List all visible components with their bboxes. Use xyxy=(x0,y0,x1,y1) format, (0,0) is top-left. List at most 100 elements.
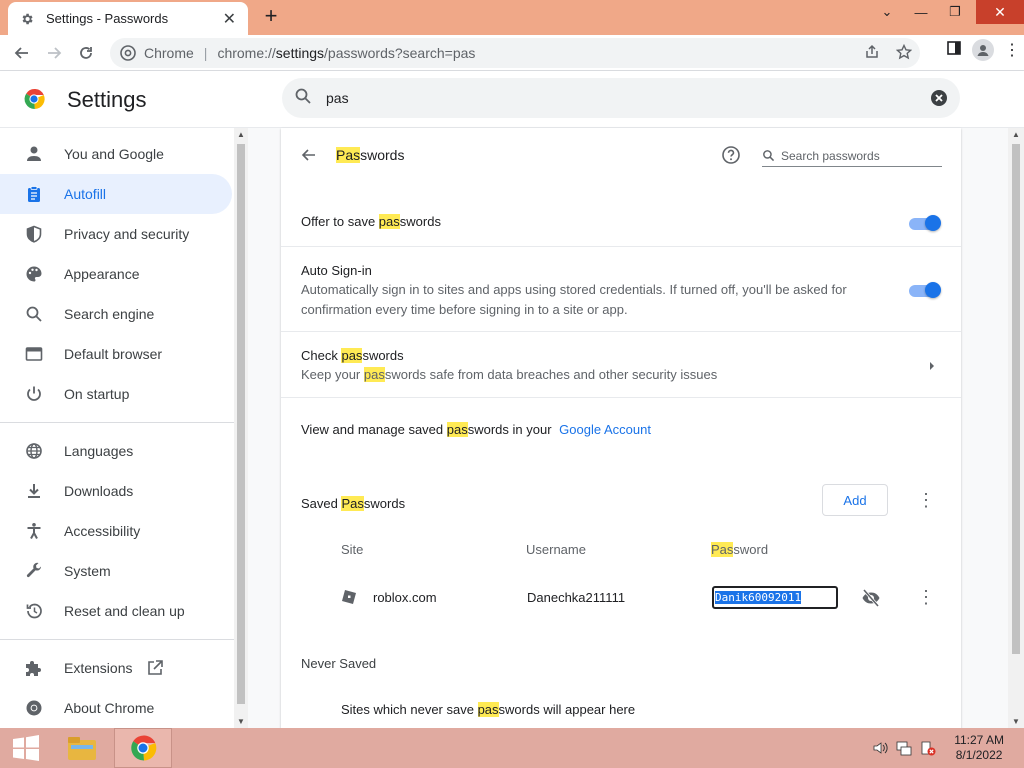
close-window-button[interactable]: ✕ xyxy=(976,0,1024,24)
volume-icon[interactable] xyxy=(872,740,888,761)
google-account-link[interactable]: Google Account xyxy=(559,422,651,437)
divider xyxy=(281,331,961,332)
back-arrow-icon[interactable] xyxy=(301,147,317,166)
divider xyxy=(0,639,234,640)
search-icon xyxy=(24,305,44,323)
sidebar-item-appearance[interactable]: Appearance xyxy=(0,254,232,294)
divider xyxy=(281,397,961,398)
clipboard-icon xyxy=(24,185,44,203)
close-tab-icon[interactable]: ✕ xyxy=(223,9,236,29)
hide-password-icon[interactable] xyxy=(861,588,881,613)
sidebar-item-search-engine[interactable]: Search engine xyxy=(0,294,232,334)
check-passwords-title: Check passwords xyxy=(301,348,404,363)
sidebar-scrollbar[interactable]: ▲ ▼ xyxy=(234,128,248,728)
chevron-right-icon[interactable] xyxy=(928,359,936,374)
scroll-up-icon[interactable]: ▲ xyxy=(1012,130,1020,139)
shield-icon xyxy=(24,225,44,243)
profile-avatar[interactable] xyxy=(972,39,994,61)
chrome-icon xyxy=(24,699,44,717)
check-passwords-row[interactable]: Check passwords Keep your passwords safe… xyxy=(281,347,961,397)
start-button[interactable] xyxy=(6,728,46,768)
share-icon[interactable] xyxy=(864,44,880,63)
sidebar-item-extensions[interactable]: Extensions xyxy=(0,648,232,688)
main-scrollbar[interactable]: ▲ ▼ xyxy=(1008,128,1024,728)
search-value: pas xyxy=(326,90,349,106)
power-icon xyxy=(24,385,44,403)
sidebar-item-about-chrome[interactable]: About Chrome xyxy=(0,688,232,728)
sidebar-item-system[interactable]: System xyxy=(0,551,232,591)
bookmark-star-icon[interactable] xyxy=(895,43,913,63)
passwords-subpage-header: Passwords Search passwords xyxy=(281,145,961,168)
sidebar-item-downloads[interactable]: Downloads xyxy=(0,471,232,511)
omnibox-site-label: Chrome xyxy=(144,45,194,61)
sidebar-scroll-thumb[interactable] xyxy=(237,144,245,704)
site-info[interactable]: Chrome xyxy=(110,45,194,61)
saved-passwords-menu-icon[interactable]: ⋮ xyxy=(917,490,935,511)
col-site: Site xyxy=(341,542,364,557)
offer-to-save-toggle[interactable] xyxy=(909,215,941,231)
settings-header: Settings pas xyxy=(0,71,1024,128)
action-center-icon[interactable] xyxy=(920,740,936,761)
external-link-icon xyxy=(146,659,164,677)
address-bar[interactable]: Chrome | chrome://settings/passwords?sea… xyxy=(110,38,920,68)
palette-icon xyxy=(24,265,44,283)
file-explorer-icon[interactable] xyxy=(60,728,104,768)
auto-signin-toggle[interactable] xyxy=(909,282,941,298)
offer-to-save-label: Offer to save passwords xyxy=(301,214,441,229)
browser-window-icon xyxy=(24,345,44,363)
entry-site: roblox.com xyxy=(373,590,437,605)
settings-search-input[interactable]: pas xyxy=(282,78,960,118)
restore-button[interactable]: ❐ xyxy=(938,0,972,24)
passwords-card: Passwords Search passwords Offer to save… xyxy=(281,128,961,728)
history-reset-icon xyxy=(24,602,44,620)
main-scroll-thumb[interactable] xyxy=(1012,144,1020,654)
search-passwords-input[interactable]: Search passwords xyxy=(762,145,942,167)
sidebar-item-you-and-google[interactable]: You and Google xyxy=(0,134,232,174)
saved-passwords-title: Saved Passwords xyxy=(301,496,406,511)
scroll-down-icon[interactable]: ▼ xyxy=(1012,717,1020,726)
chrome-taskbar-icon[interactable] xyxy=(114,728,172,768)
sidebar-item-on-startup[interactable]: On startup xyxy=(0,374,232,414)
add-password-button[interactable]: Add xyxy=(822,484,888,516)
tab-settings[interactable]: Settings - Passwords ✕ xyxy=(8,2,248,35)
settings-sidebar: You and Google Autofill Privacy and secu… xyxy=(0,128,234,728)
reload-button[interactable] xyxy=(70,37,102,69)
col-username: Username xyxy=(526,542,586,557)
tab-title: Settings - Passwords xyxy=(46,11,169,26)
divider xyxy=(0,422,234,423)
site-favicon-icon xyxy=(341,589,357,608)
sidebar-item-default-browser[interactable]: Default browser xyxy=(0,334,232,374)
sidebar-item-languages[interactable]: Languages xyxy=(0,431,232,471)
never-saved-desc: Sites which never save passwords will ap… xyxy=(341,702,636,717)
subpage-title: Passwords xyxy=(336,147,405,163)
sidebar-item-accessibility[interactable]: Accessibility xyxy=(0,511,232,551)
clock-date: 8/1/2022 xyxy=(955,748,1003,762)
entry-menu-icon[interactable]: ⋮ xyxy=(917,587,935,608)
system-clock[interactable]: 11:27 AM 8/1/2022 xyxy=(954,733,1004,763)
more-menu-icon[interactable]: ⋮ xyxy=(1004,40,1020,60)
side-panel-icon[interactable] xyxy=(946,40,962,61)
manage-account-text: View and manage saved passwords in your … xyxy=(301,422,651,437)
back-button[interactable] xyxy=(6,37,38,69)
sidebar-item-privacy[interactable]: Privacy and security xyxy=(0,214,232,254)
entry-password-field[interactable]: Danik60092011 xyxy=(712,586,838,609)
person-icon xyxy=(24,145,44,163)
forward-button[interactable] xyxy=(38,37,70,69)
network-icon[interactable] xyxy=(896,740,912,761)
auto-signin-desc-2: confirmation every time before signing i… xyxy=(301,302,628,317)
sidebar-item-autofill[interactable]: Autofill xyxy=(0,174,232,214)
auto-signin-desc-1: Automatically sign in to sites and apps … xyxy=(301,282,847,297)
clock-time: 11:27 AM xyxy=(954,733,1004,747)
clear-search-icon[interactable] xyxy=(930,89,948,112)
entry-username: Danechka211111 xyxy=(527,590,626,605)
sidebar-item-reset[interactable]: Reset and clean up xyxy=(0,591,232,631)
scroll-down-icon[interactable]: ▼ xyxy=(237,717,245,726)
page-title: Settings xyxy=(67,87,147,112)
new-tab-button[interactable]: + xyxy=(258,4,284,30)
col-password: Password xyxy=(711,542,769,557)
help-icon[interactable] xyxy=(721,145,741,168)
scroll-up-icon[interactable]: ▲ xyxy=(237,130,245,139)
system-tray xyxy=(872,740,936,761)
minimize-button[interactable]: — xyxy=(904,0,938,24)
tab-search-icon[interactable]: ⌄ xyxy=(870,0,904,24)
